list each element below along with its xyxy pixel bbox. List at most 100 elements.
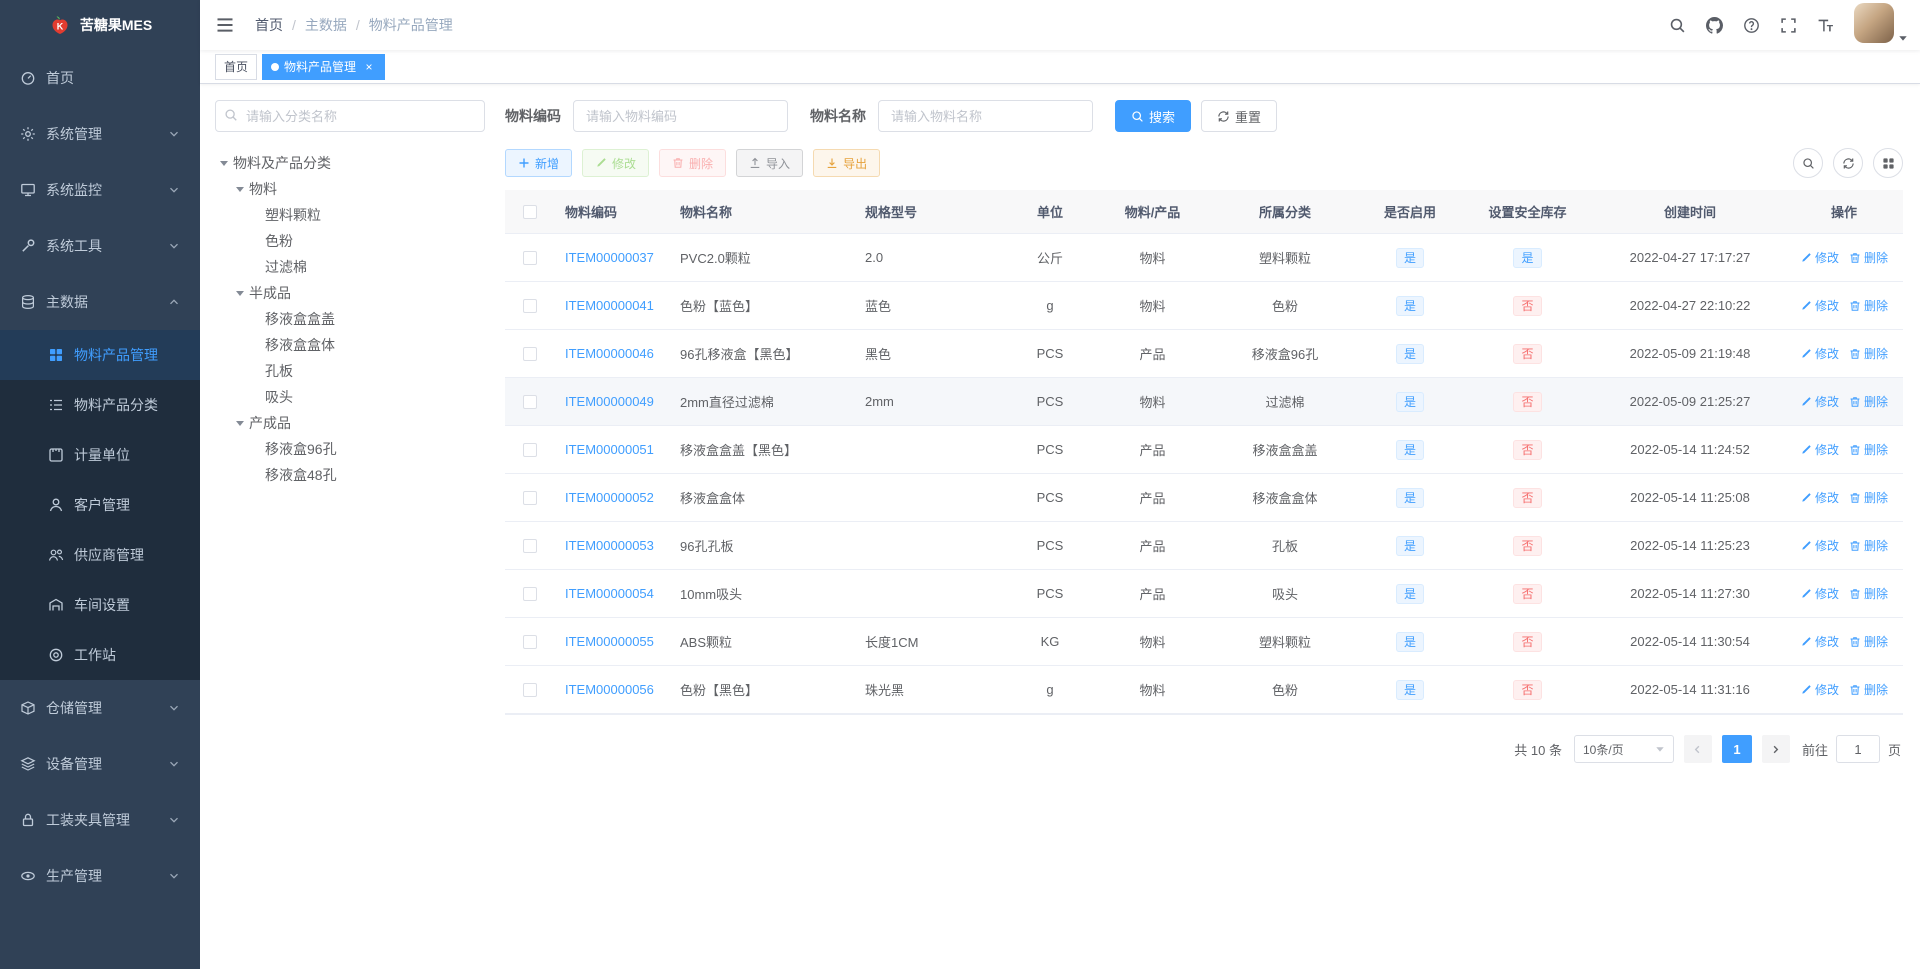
sidebar-item-home[interactable]: 首页 — [0, 50, 200, 106]
breadcrumb-item[interactable]: 首页 — [255, 15, 283, 35]
edit-row-link[interactable]: 修改 — [1800, 393, 1839, 410]
tree-node[interactable]: 移液盒盒盖 — [215, 306, 485, 332]
row-checkbox[interactable] — [523, 394, 537, 409]
sidebar-item-customer-management[interactable]: 客户管理 — [0, 480, 200, 530]
font-size-button[interactable] — [1807, 0, 1844, 50]
delete-button[interactable]: 删除 — [659, 149, 727, 177]
delete-row-link[interactable]: 删除 — [1849, 345, 1888, 362]
tree-node[interactable]: 过滤棉 — [215, 254, 485, 280]
goto-page-input[interactable] — [1835, 735, 1880, 763]
row-checkbox[interactable] — [523, 250, 537, 265]
add-button[interactable]: 新增 — [505, 149, 573, 177]
material-code-link[interactable]: ITEM00000037 — [565, 250, 654, 265]
edit-row-link[interactable]: 修改 — [1800, 681, 1839, 698]
search-toggle-button[interactable] — [1793, 148, 1823, 178]
tree-node[interactable]: 移液盒96孔 — [215, 436, 485, 462]
material-code-link[interactable]: ITEM00000054 — [565, 586, 654, 601]
sidebar-item-fixture-management[interactable]: 工装夹具管理 — [0, 792, 200, 848]
user-avatar[interactable] — [1854, 3, 1908, 47]
help-button[interactable] — [1733, 0, 1770, 50]
sidebar-item-system-monitor[interactable]: 系统监控 — [0, 162, 200, 218]
sidebar-item-warehouse-management[interactable]: 仓储管理 — [0, 680, 200, 736]
delete-row-link[interactable]: 删除 — [1849, 537, 1888, 554]
sidebar-item-measure-unit[interactable]: 计量单位 — [0, 430, 200, 480]
material-code-link[interactable]: ITEM00000052 — [565, 490, 654, 505]
material-code-input[interactable] — [573, 100, 788, 132]
row-checkbox[interactable] — [523, 586, 537, 601]
caret-icon[interactable] — [215, 160, 233, 166]
export-button[interactable]: 导出 — [813, 149, 881, 177]
sidebar-item-material-product-category[interactable]: 物料产品分类 — [0, 380, 200, 430]
delete-row-link[interactable]: 删除 — [1849, 489, 1888, 506]
edit-row-link[interactable]: 修改 — [1800, 537, 1839, 554]
select-all-checkbox[interactable] — [523, 204, 537, 219]
sidebar-item-workshop-settings[interactable]: 车间设置 — [0, 580, 200, 630]
delete-row-link[interactable]: 删除 — [1849, 297, 1888, 314]
edit-row-link[interactable]: 修改 — [1800, 297, 1839, 314]
delete-row-link[interactable]: 删除 — [1849, 633, 1888, 650]
tab-material-product-management[interactable]: 物料产品管理 × — [262, 53, 386, 80]
row-checkbox[interactable] — [523, 538, 537, 553]
app-logo[interactable]: K 苦糖果MES — [0, 0, 200, 50]
tree-node[interactable]: 色粉 — [215, 228, 485, 254]
caret-icon[interactable] — [231, 290, 249, 296]
reset-button[interactable]: 重置 — [1201, 100, 1278, 132]
material-code-link[interactable]: ITEM00000053 — [565, 538, 654, 553]
caret-icon[interactable] — [231, 186, 249, 192]
material-code-link[interactable]: ITEM00000051 — [565, 442, 654, 457]
tree-node[interactable]: 吸头 — [215, 384, 485, 410]
edit-row-link[interactable]: 修改 — [1800, 633, 1839, 650]
edit-row-link[interactable]: 修改 — [1800, 249, 1839, 266]
material-code-link[interactable]: ITEM00000041 — [565, 298, 654, 313]
caret-icon[interactable] — [231, 420, 249, 426]
row-checkbox[interactable] — [523, 634, 537, 649]
github-button[interactable] — [1696, 0, 1733, 50]
sidebar-item-supplier-management[interactable]: 供应商管理 — [0, 530, 200, 580]
sidebar-item-master-data[interactable]: 主数据 — [0, 274, 200, 330]
edit-row-link[interactable]: 修改 — [1800, 441, 1839, 458]
edit-button[interactable]: 修改 — [582, 149, 650, 177]
page-number-button[interactable]: 1 — [1721, 735, 1752, 763]
delete-row-link[interactable]: 删除 — [1849, 441, 1888, 458]
delete-row-link[interactable]: 删除 — [1849, 249, 1888, 266]
search-button[interactable]: 搜索 — [1115, 100, 1192, 132]
delete-row-link[interactable]: 删除 — [1849, 393, 1888, 410]
delete-row-link[interactable]: 删除 — [1849, 585, 1888, 602]
tab-home[interactable]: 首页 — [215, 53, 258, 80]
refresh-button[interactable] — [1833, 148, 1863, 178]
category-search-input[interactable] — [215, 100, 485, 132]
hamburger-icon[interactable] — [215, 15, 243, 35]
next-page-button[interactable] — [1761, 735, 1790, 763]
sidebar-item-equipment-management[interactable]: 设备管理 — [0, 736, 200, 792]
row-checkbox[interactable] — [523, 682, 537, 697]
columns-toggle-button[interactable] — [1873, 148, 1903, 178]
edit-row-link[interactable]: 修改 — [1800, 345, 1839, 362]
material-code-link[interactable]: ITEM00000056 — [565, 682, 654, 697]
prev-page-button[interactable] — [1683, 735, 1712, 763]
row-checkbox[interactable] — [523, 442, 537, 457]
tree-node[interactable]: 移液盒盒体 — [215, 332, 485, 358]
edit-row-link[interactable]: 修改 — [1800, 585, 1839, 602]
tree-node[interactable]: 移液盒48孔 — [215, 462, 485, 488]
delete-row-link[interactable]: 删除 — [1849, 681, 1888, 698]
material-code-link[interactable]: ITEM00000049 — [565, 394, 654, 409]
row-checkbox[interactable] — [523, 298, 537, 313]
tree-node[interactable]: 物料及产品分类 — [215, 150, 485, 176]
close-icon[interactable]: × — [362, 60, 376, 74]
row-checkbox[interactable] — [523, 346, 537, 361]
tree-node[interactable]: 孔板 — [215, 358, 485, 384]
material-code-link[interactable]: ITEM00000046 — [565, 346, 654, 361]
header-search-button[interactable] — [1659, 0, 1696, 50]
sidebar-item-workstation[interactable]: 工作站 — [0, 630, 200, 680]
sidebar-item-system-management[interactable]: 系统管理 — [0, 106, 200, 162]
row-checkbox[interactable] — [523, 490, 537, 505]
tree-node[interactable]: 物料 — [215, 176, 485, 202]
edit-row-link[interactable]: 修改 — [1800, 489, 1839, 506]
tree-node[interactable]: 塑料颗粒 — [215, 202, 485, 228]
fullscreen-button[interactable] — [1770, 0, 1807, 50]
material-code-link[interactable]: ITEM00000055 — [565, 634, 654, 649]
page-size-select[interactable]: 10条/页 — [1573, 735, 1674, 763]
sidebar-item-system-tools[interactable]: 系统工具 — [0, 218, 200, 274]
tree-node[interactable]: 半成品 — [215, 280, 485, 306]
sidebar-item-material-product-management[interactable]: 物料产品管理 — [0, 330, 200, 380]
